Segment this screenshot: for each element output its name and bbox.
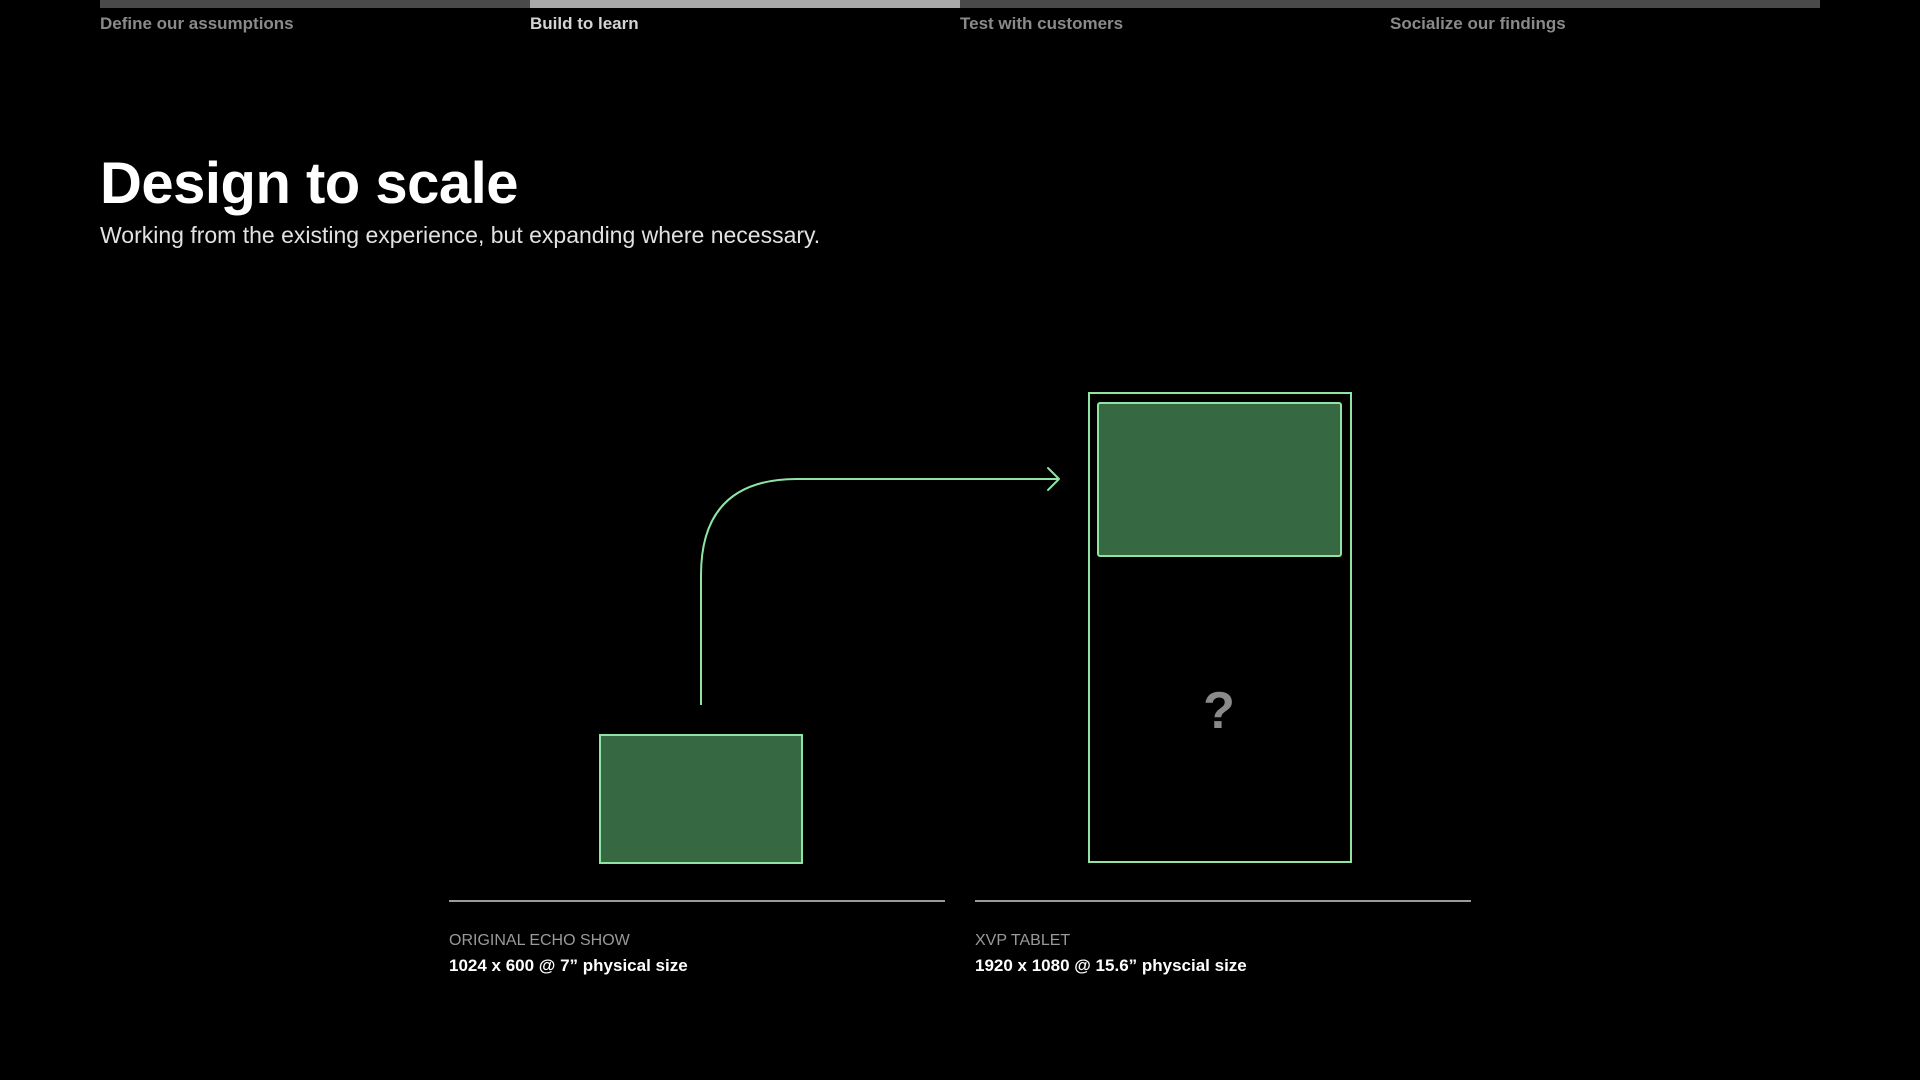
device-spec: 1920 x 1080 @ 15.6” physcial size <box>975 956 1247 975</box>
device-spec: 1024 x 600 @ 7” physical size <box>449 956 688 975</box>
scale-up-arrow <box>700 478 1059 705</box>
echo-show-screen <box>599 734 803 864</box>
caption-divider <box>449 900 945 902</box>
xvp-tablet-scaled-screen <box>1097 402 1342 557</box>
scale-diagram: ? <box>599 392 1352 864</box>
question-mark-icon: ? <box>1203 682 1235 740</box>
echo-show-caption: Original Echo Show 1024 x 600 @ 7” physi… <box>449 900 945 976</box>
device-name: Original Echo Show <box>449 932 630 949</box>
caption-divider <box>975 900 1471 902</box>
slide: Define our assumptions Build to learn Te… <box>0 0 1920 1080</box>
device-name: XVP Tablet <box>975 932 1071 949</box>
xvp-tablet-caption: XVP Tablet 1920 x 1080 @ 15.6” physcial … <box>975 900 1471 976</box>
